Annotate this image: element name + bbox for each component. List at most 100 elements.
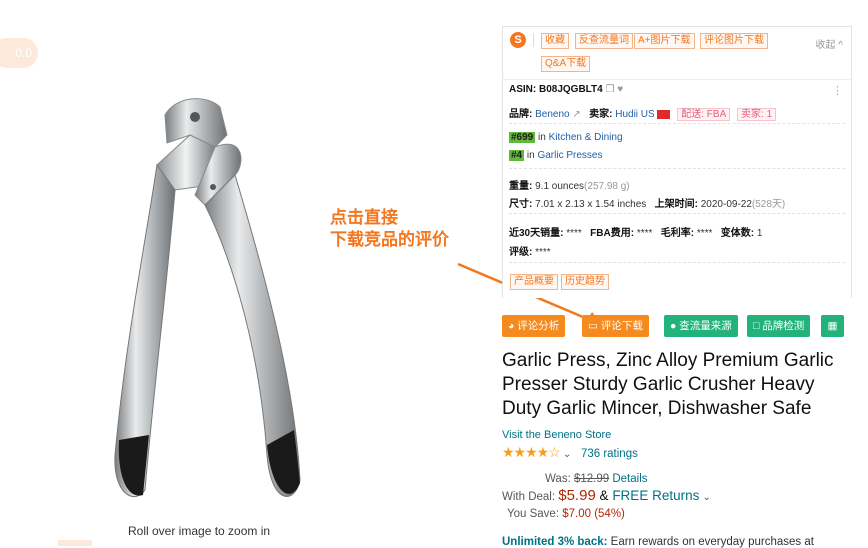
heart-icon[interactable]: ♥: [617, 84, 623, 95]
sales-label: 近30天销量:: [509, 228, 567, 239]
fulfillment-badge: 配送: FBA: [677, 108, 731, 121]
rank-badge-1: #699: [509, 132, 536, 143]
size-label: 尺寸:: [509, 199, 536, 210]
calculator-icon: ▦: [827, 320, 838, 332]
seller-label: 卖家:: [589, 109, 616, 120]
rank-in: in: [535, 132, 549, 143]
save-value: $7.00 (54%): [562, 508, 625, 520]
copy-icon[interactable]: ❐: [606, 84, 615, 95]
margin-label: 毛利率:: [660, 228, 697, 239]
product-info-box: ⋮ ASIN: B08JQGBLT4 ❐ ♥ 品牌: Beneno ↗ 卖家: …: [503, 79, 851, 298]
review-analysis-label: 评论分析: [517, 320, 560, 332]
separator: [509, 123, 845, 124]
metrics-row: 近30天销量: **** FBA费用: **** 毛利率: **** 变体数: …: [509, 224, 762, 239]
pie-chart-icon: ◕: [508, 320, 515, 332]
was-price: $12.99: [573, 473, 610, 485]
review-value: ****: [535, 247, 551, 258]
margin-value: ****: [696, 228, 713, 239]
china-flag-icon: [657, 109, 671, 119]
weight-value: 9.1 ounces: [535, 181, 585, 192]
rank-in: in: [524, 150, 538, 161]
variants-value: 1: [756, 228, 763, 239]
details-link[interactable]: Details: [612, 473, 647, 485]
save-label: You Save:: [507, 508, 563, 520]
weight-row: 重量: 9.1 ounces(257.98 g): [509, 177, 630, 192]
review-download-button[interactable]: ▭ 评论下载: [582, 315, 649, 337]
review-label: 评级:: [509, 247, 536, 258]
product-image[interactable]: [95, 95, 335, 520]
rank-badge-2: #4: [509, 150, 525, 161]
star-rating-icon[interactable]: ★★★★☆: [502, 444, 561, 460]
qa-download-button[interactable]: Q&A下载: [541, 56, 591, 72]
annotation-text: 点击直接 下载竞品的评价: [330, 208, 449, 249]
brand-link[interactable]: Beneno: [535, 109, 569, 120]
more-icon[interactable]: ⋮: [832, 84, 843, 97]
product-summary-tab[interactable]: 产品概要: [510, 274, 558, 290]
plugin-panel: S 收藏 反查流量词 A+图片下载 评论图片下载 Q&A下载 收起 ^ ⋮ AS…: [502, 26, 852, 298]
brand-check-button[interactable]: □ 品牌检测: [747, 315, 811, 337]
separator: [509, 213, 845, 214]
thumbnail-tag: [58, 540, 92, 546]
checkbox-icon: □: [753, 320, 760, 332]
aplus-image-download-button[interactable]: A+图片下载: [634, 33, 695, 49]
fba-label: FBA费用:: [590, 228, 637, 239]
free-returns-link[interactable]: FREE Returns: [612, 488, 699, 503]
sales-value: ****: [566, 228, 582, 239]
chevron-down-icon[interactable]: ⌄: [563, 449, 571, 460]
ratings-link[interactable]: 736 ratings: [581, 448, 638, 460]
review-row: 评级: ****: [509, 243, 551, 258]
zoom-hint: Roll over image to zoom in: [128, 524, 271, 538]
seller-count-badge: 卖家: 1: [737, 108, 777, 121]
traffic-source-label: 查流量来源: [679, 320, 732, 332]
weight-label: 重量:: [509, 181, 536, 192]
listed-days: (528天): [751, 199, 786, 210]
seller-link[interactable]: Hudii US: [615, 109, 654, 120]
deal-label: With Deal:: [502, 491, 559, 503]
amp: &: [595, 488, 613, 503]
external-link-icon[interactable]: ↗: [572, 109, 580, 120]
deal-price: $5.99: [558, 487, 596, 504]
weight-grams: (257.98 g): [584, 181, 630, 192]
listed-label: 上架时间:: [654, 199, 701, 210]
review-image-download-button[interactable]: 评论图片下载: [700, 33, 768, 49]
rank-row-1: #699 in Kitchen & Dining: [509, 132, 623, 143]
review-download-label: 评论下载: [600, 320, 643, 332]
separator: [509, 262, 845, 263]
calculator-button[interactable]: ▦: [821, 315, 844, 337]
was-price-row: Was: $12.99 Details: [545, 473, 648, 485]
reverse-keyword-button[interactable]: 反查流量词: [575, 33, 633, 49]
compass-icon: ●: [670, 320, 677, 332]
size-value: 7.01 x 2.13 x 1.54 inches: [535, 199, 647, 210]
plugin-logo-icon: S: [510, 32, 526, 48]
favorite-button[interactable]: 收藏: [541, 33, 569, 49]
brand-label: 品牌:: [509, 109, 536, 120]
promo-bold[interactable]: Unlimited 3% back:: [502, 536, 607, 548]
asin-label: ASIN:: [509, 84, 539, 95]
collapse-button[interactable]: 收起 ^: [816, 36, 843, 51]
rank-category-2[interactable]: Garlic Presses: [537, 150, 602, 161]
save-row: You Save: $7.00 (54%): [507, 508, 625, 520]
rank-category-1[interactable]: Kitchen & Dining: [549, 132, 623, 143]
rank-row-2: #4 in Garlic Presses: [509, 150, 602, 161]
brand-check-label: 品牌检测: [762, 320, 805, 332]
zoom-badge: 0.0: [0, 38, 38, 68]
deal-price-row: With Deal: $5.99 & FREE Returns ⌄: [502, 487, 711, 504]
history-trend-tab[interactable]: 历史趋势: [561, 274, 609, 290]
product-title: Garlic Press, Zinc Alloy Premium Garlic …: [502, 350, 834, 419]
asin-value: B08JQGBLT4: [539, 84, 603, 95]
listed-date: 2020-09-22: [700, 199, 752, 210]
review-analysis-button[interactable]: ◕ 评论分析: [502, 315, 566, 337]
chevron-down-icon[interactable]: ⌄: [703, 492, 711, 503]
chat-icon: ▭: [588, 320, 598, 332]
rating-row: ★★★★☆ ⌄ 736 ratings: [502, 444, 638, 461]
size-row: 尺寸: 7.01 x 2.13 x 1.54 inches 上架时间: 2020…: [509, 195, 785, 210]
traffic-source-button[interactable]: ● 查流量来源: [664, 315, 738, 337]
separator: [509, 168, 845, 169]
brand-row: 品牌: Beneno ↗ 卖家: Hudii US 配送: FBA 卖家: 1: [509, 105, 777, 121]
promo-text: Earn rewards on everyday purchases at: [607, 536, 814, 548]
promo-row: Unlimited 3% back: Earn rewards on every…: [502, 536, 814, 548]
store-link[interactable]: Visit the Beneno Store: [502, 429, 611, 441]
asin-row: ASIN: B08JQGBLT4 ❐ ♥: [509, 84, 623, 95]
divider: [533, 33, 534, 47]
fba-value: ****: [636, 228, 653, 239]
